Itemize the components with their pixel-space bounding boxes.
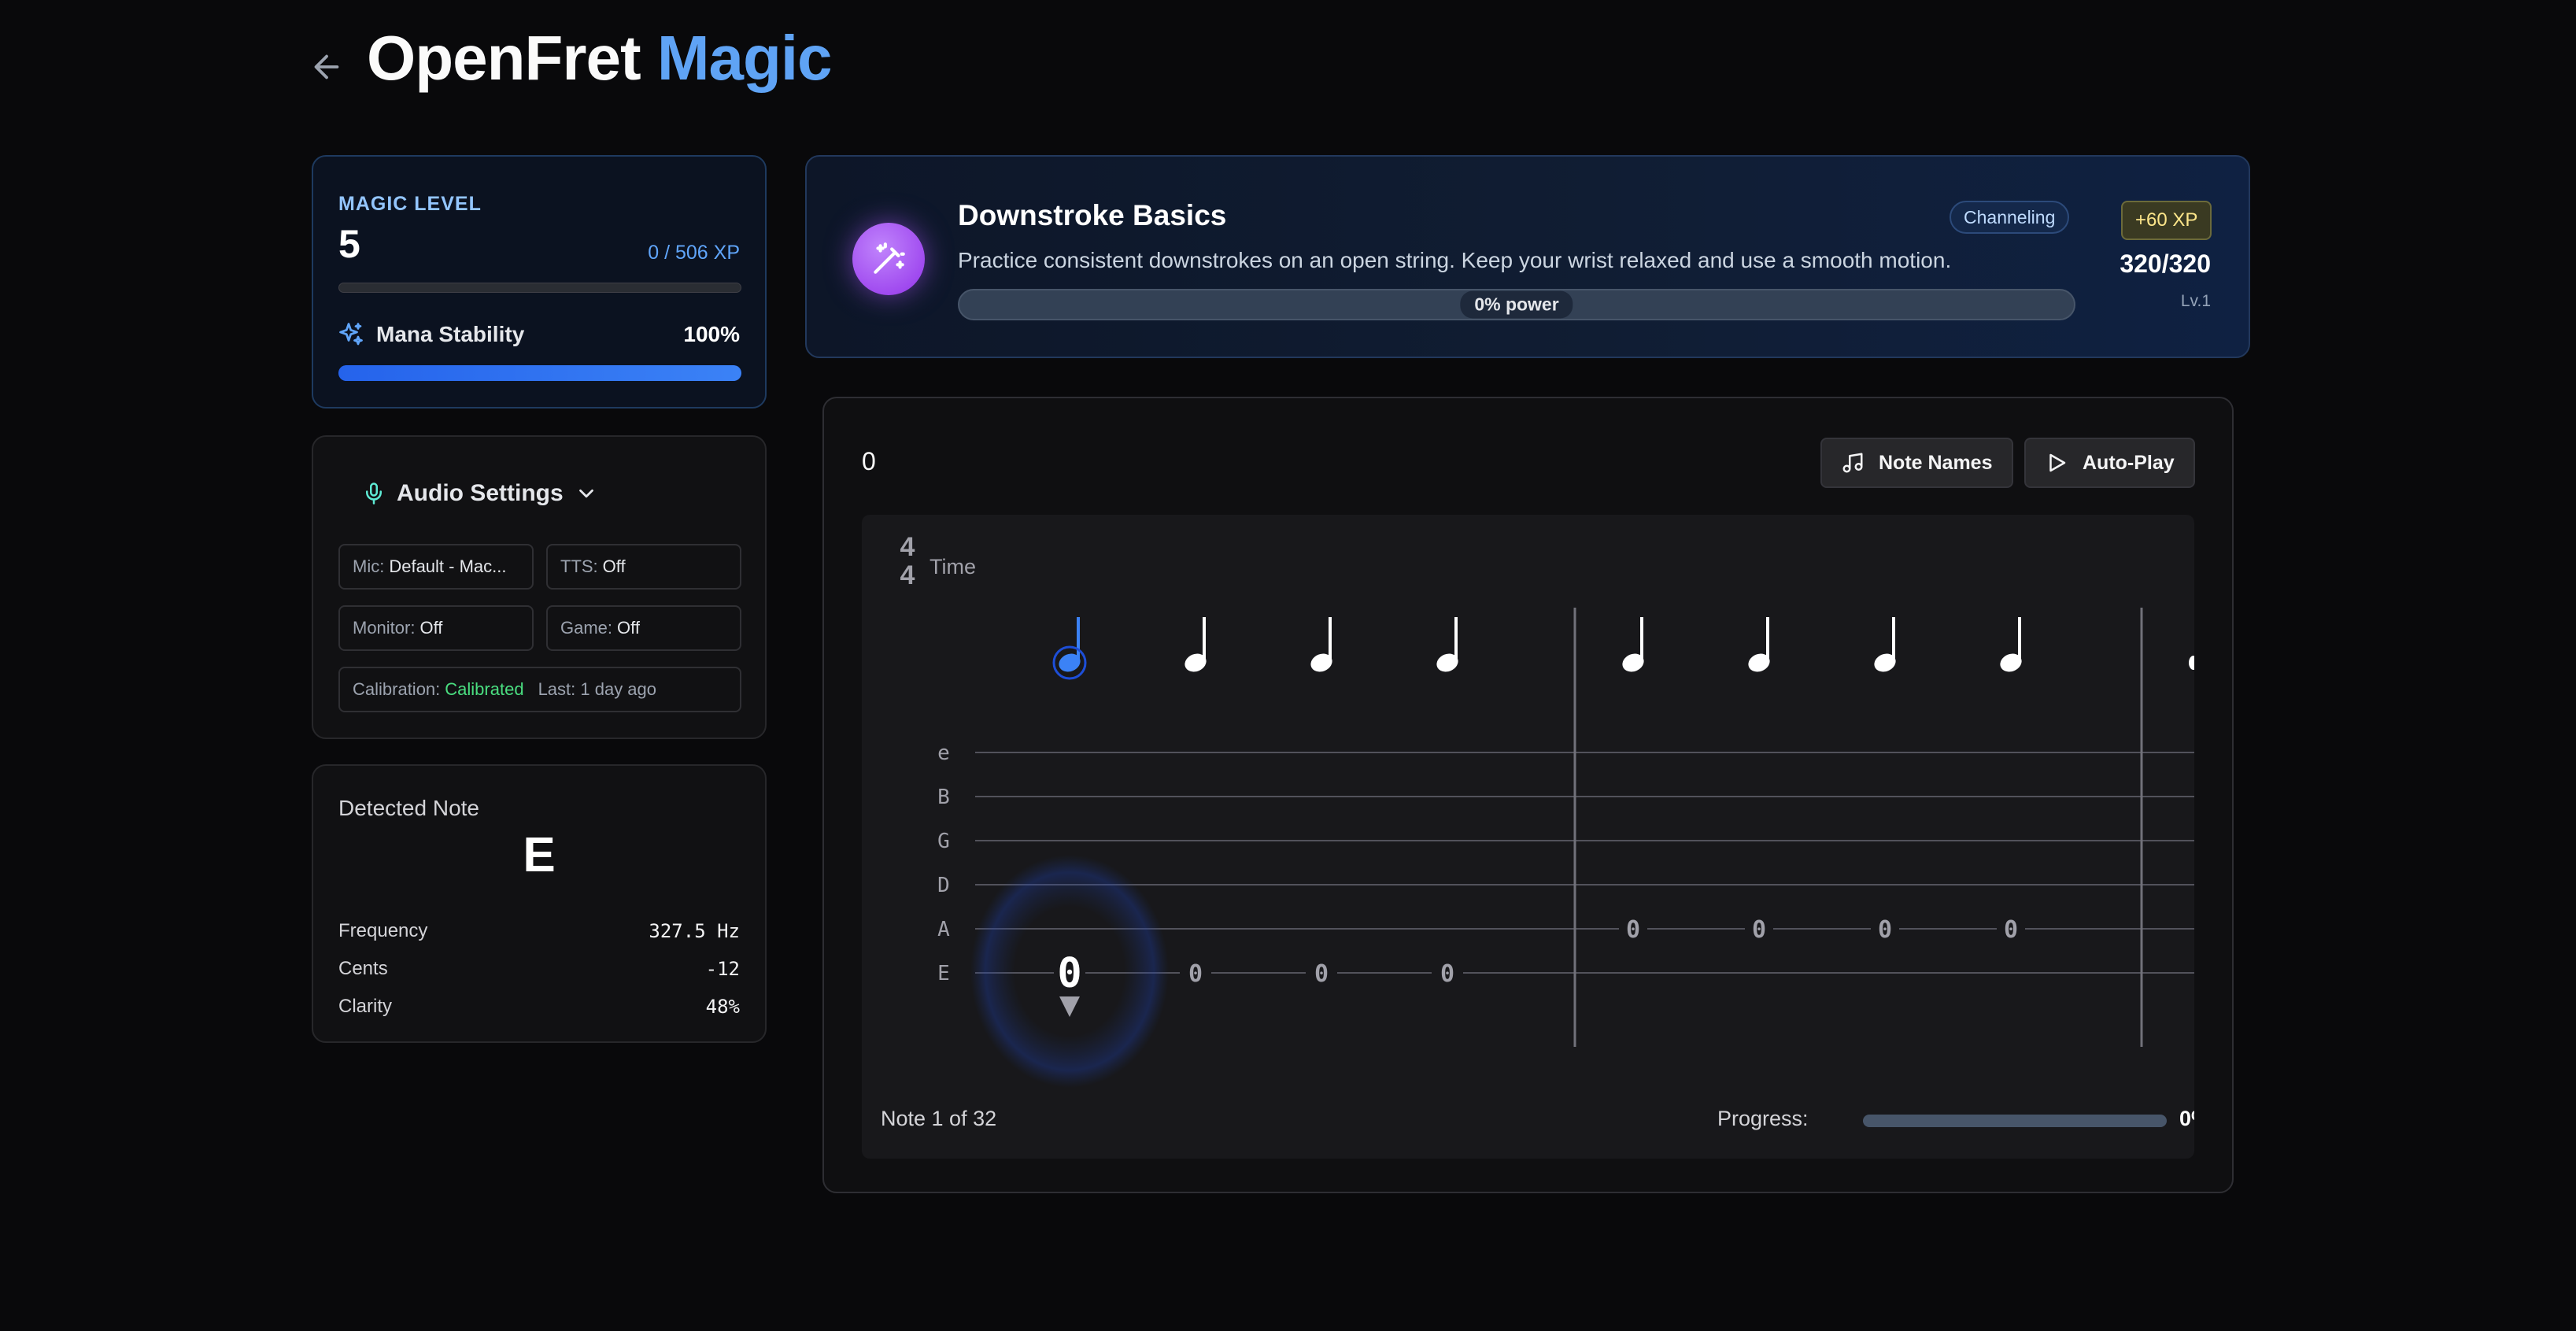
chevron-down-icon bbox=[578, 489, 593, 498]
mic-setting[interactable]: Mic: Default - Mac... bbox=[338, 544, 534, 590]
tablature-staff: 44 Time eBGDAE 0 0 0 0 0 0 0 0 bbox=[900, 532, 2194, 1088]
note-position: Note 1 of 32 bbox=[881, 1107, 997, 1130]
fret-number-8: 0 bbox=[2004, 916, 2018, 944]
mana-stability-bar bbox=[338, 365, 741, 381]
audio-settings-card: Audio Settings Mic: Default - Mac... TTS:… bbox=[312, 435, 767, 739]
mana-stability-label: Mana Stability bbox=[376, 322, 525, 346]
progress-bar bbox=[1863, 1115, 2167, 1127]
lesson-title: Downstroke Basics bbox=[958, 199, 1227, 231]
lesson-description: Practice consistent downstrokes on an op… bbox=[958, 248, 1952, 272]
exercise-panel: 0 Note Names Auto-Play 4 4 Time e B G D A E 0 0 0 0 0… bbox=[822, 397, 2234, 1193]
page-title: OpenFret Magic bbox=[367, 23, 833, 93]
progress-label: Progress: bbox=[1717, 1107, 1809, 1130]
exercise-counter: 0 bbox=[862, 447, 876, 475]
status-badge: Channeling bbox=[1950, 201, 2070, 234]
xp-reward-badge: +60 XP bbox=[2121, 201, 2212, 240]
cents-row: Cents -12 bbox=[338, 958, 740, 980]
auto-play-button[interactable]: Auto-Play bbox=[2024, 438, 2195, 488]
audio-settings-toggle[interactable]: Audio Settings bbox=[362, 479, 598, 508]
mana-stability-value: 100% bbox=[683, 322, 740, 346]
progress-value: 0% bbox=[2179, 1107, 2194, 1130]
sparkles-icon bbox=[339, 323, 363, 346]
monitor-setting[interactable]: Monitor: Off bbox=[338, 605, 534, 651]
magic-wand-icon bbox=[852, 223, 925, 295]
power-bar: 0% power bbox=[958, 289, 2075, 320]
magic-level-label: MAGIC LEVEL bbox=[338, 193, 482, 215]
game-setting[interactable]: Game: Off bbox=[546, 605, 741, 651]
microphone-icon bbox=[366, 482, 382, 505]
fret-number-4: 0 bbox=[1440, 960, 1454, 988]
time-signature-bottom: 4 bbox=[900, 560, 915, 590]
fret-number-6: 0 bbox=[1752, 916, 1766, 944]
back-arrow-icon[interactable] bbox=[309, 49, 345, 85]
detected-note-card: Detected Note E Frequency 327.5 Hz Cents -… bbox=[312, 764, 767, 1043]
hit-points: 320/320 bbox=[2120, 250, 2211, 278]
fret-number-2: 0 bbox=[1188, 960, 1203, 988]
string-label-e: e bbox=[937, 741, 950, 765]
string-label-B: B bbox=[937, 786, 950, 809]
clarity-row: Clarity 48% bbox=[338, 996, 740, 1018]
xp-counter: 0 / 506 XP bbox=[648, 242, 740, 264]
fret-number-7: 0 bbox=[1878, 916, 1892, 944]
tts-setting[interactable]: TTS: Off bbox=[546, 544, 741, 590]
power-label: 0% power bbox=[1460, 290, 1573, 319]
fret-number-3: 0 bbox=[1314, 960, 1329, 988]
lesson-banner: Downstroke Basics Practice consistent do… bbox=[805, 155, 2250, 358]
string-label-G: G bbox=[937, 830, 950, 853]
audio-settings-title: Audio Settings bbox=[397, 480, 564, 506]
note-names-button[interactable]: Note Names bbox=[1820, 438, 2013, 488]
music-note-icon bbox=[1842, 453, 1863, 473]
detected-note-label: Detected Note bbox=[338, 796, 479, 820]
xp-progress-bar bbox=[338, 283, 741, 293]
calibration-status[interactable]: Calibration: Calibrated Last: 1 day ago bbox=[338, 667, 741, 712]
enemy-level: Lv.1 bbox=[2180, 292, 2211, 310]
string-label-E: E bbox=[937, 962, 950, 985]
detected-note-value: E bbox=[523, 828, 556, 882]
string-label-A: A bbox=[937, 918, 950, 941]
tablature-area: 4 4 Time e B G D A E 0 0 0 0 0 0 0 0 Note 1 of 32 Progre… bbox=[862, 515, 2194, 1159]
fret-number-5: 0 bbox=[1626, 916, 1640, 944]
quarter-note-9-head bbox=[2189, 656, 2194, 670]
magic-level-value: 5 bbox=[338, 222, 360, 266]
fret-number-1: 0 bbox=[1057, 950, 1081, 997]
play-icon bbox=[2049, 453, 2066, 472]
time-label: Time bbox=[930, 555, 976, 579]
time-signature-top: 4 bbox=[900, 532, 915, 562]
string-label-D: D bbox=[937, 874, 950, 897]
magic-level-card: MAGIC LEVEL 5 0 / 506 XP Mana Stability … bbox=[312, 155, 767, 409]
frequency-row: Frequency 327.5 Hz bbox=[338, 920, 740, 942]
